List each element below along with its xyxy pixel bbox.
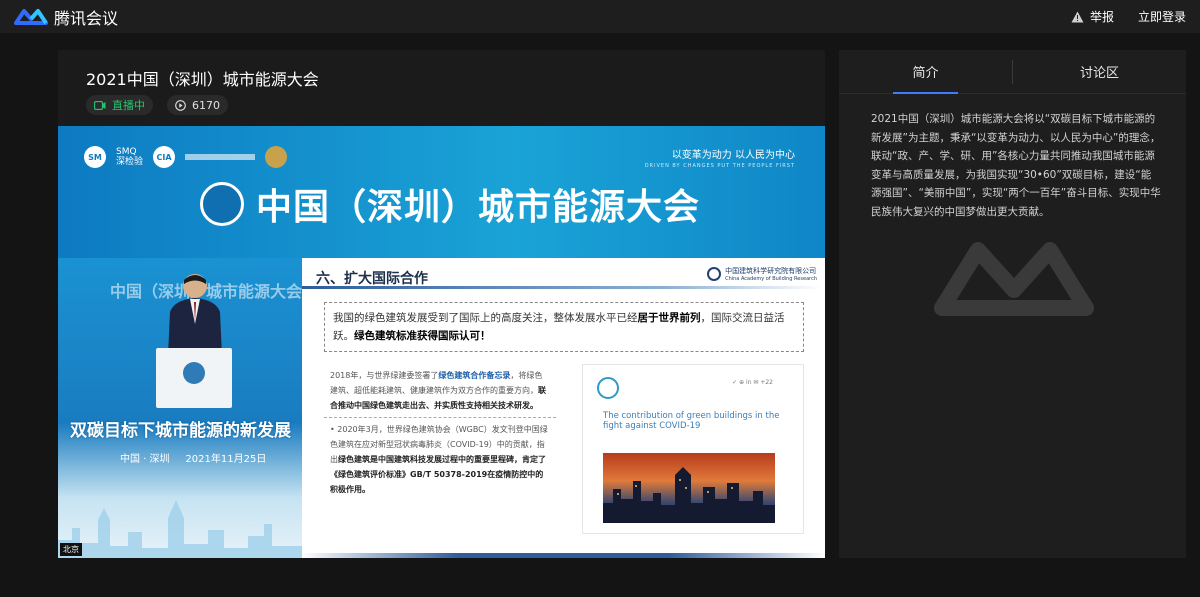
sponsor-logo-icon: SM	[84, 146, 106, 168]
slide-org: 中国建筑科学研究院有限公司 China Academy of Building …	[707, 266, 817, 282]
banner-slogan: 以变革为动力 以人民为中心 DRIVEN BY CHANGES PUT THE …	[645, 146, 795, 169]
banner-title-text: 中国（深圳）城市能源大会	[256, 187, 701, 228]
figure-caption: The contribution of green buildings in t…	[603, 411, 780, 431]
app-name: 腾讯会议	[54, 8, 119, 28]
live-badges: 直播中 6170	[86, 95, 228, 115]
city-photo	[603, 453, 775, 523]
view-count-badge: 6170	[167, 95, 228, 115]
sponsor-logo-icon: CIA	[153, 146, 176, 168]
sponsor-text-line	[185, 154, 256, 160]
tencent-meeting-watermark-icon	[934, 242, 1094, 316]
figure-share-icons: ✓ ⊕ in ✉ +22	[732, 379, 773, 386]
view-count: 6170	[192, 98, 220, 112]
info-sidebar: 简介 讨论区 2021中国（深圳）城市能源大会将以“双碳目标下城市能源的新发展”…	[839, 50, 1186, 558]
slide-point-text: 2018年，与世界绿建委签署了	[330, 371, 439, 380]
slide-point-bold: 绿色建筑是中国建筑科技发展过程中的重要里程碑，肯定了《绿色建筑评价标准》GB/T…	[330, 455, 546, 494]
slide-intro: 我国的绿色建筑发展受到了国际上的高度关注，整体发展水平已经居于世界前列，国际交流…	[324, 302, 804, 352]
speaker-view: 中国（深圳）城市能源大会 双碳目标下城市能源的新发展 中国 · 深圳 2021年…	[58, 258, 302, 558]
top-bar: 腾讯会议 举报 立即登录	[0, 0, 1200, 33]
report-label: 举报	[1089, 10, 1114, 24]
wgbc-logo-icon	[597, 377, 619, 399]
play-circle-icon	[175, 99, 186, 111]
intro-text: 2021中国（深圳）城市能源大会将以“双碳目标下城市能源的新发展”为主题，秉承“…	[871, 113, 1161, 218]
tencent-meeting-logo-icon	[14, 8, 48, 25]
sponsor-name: SMQ 深检验	[116, 147, 144, 167]
location-tag: 北京	[60, 543, 82, 556]
video-camera-icon	[94, 100, 106, 110]
slide-points: 2018年，与世界绿建委签署了绿色建筑合作备忘录，将绿色建筑、超低能耗建筑、健康…	[324, 364, 556, 501]
video-banner: SM SMQ 深检验 CIA 以变革为动力 以人民为中心 DRIVEN BY C…	[58, 126, 825, 258]
report-button[interactable]: 举报	[1071, 8, 1114, 25]
city-skyline-icon	[58, 500, 302, 558]
slide-point-highlight: 绿色建筑合作备忘录	[438, 371, 511, 380]
login-button[interactable]: 立即登录	[1138, 8, 1186, 25]
warning-icon	[1071, 11, 1084, 22]
sidebar-tabs: 简介 讨论区	[839, 50, 1186, 94]
tab-intro[interactable]: 简介	[839, 50, 1012, 94]
podium-logo-icon	[183, 362, 205, 384]
banner-slogan-cn: 以变革为动力 以人民为中心	[671, 150, 795, 161]
slide-header-bar	[302, 286, 822, 289]
top-actions: 举报 立即登录	[1071, 8, 1186, 25]
slide-footer-bar	[302, 553, 825, 558]
banner-title: 中国（深圳）城市能源大会	[200, 178, 700, 230]
slide-title: 六、扩大国际合作	[316, 271, 428, 287]
speaker-date: 中国 · 深圳 2021年11月25日	[120, 454, 267, 465]
live-status-badge: 直播中	[86, 95, 153, 115]
tab-discussion[interactable]: 讨论区	[1013, 50, 1186, 93]
sponsor-logos: SM SMQ 深检验 CIA	[84, 146, 288, 168]
slide-intro-text: 我国的绿色建筑发展受到了国际上的高度关注，整体发展水平已经	[333, 312, 638, 324]
banner-slogan-en: DRIVEN BY CHANGES PUT THE PEOPLE FIRST	[644, 163, 795, 169]
slide-org-name: 中国建筑科学研究院有限公司	[725, 267, 817, 275]
speaker-person-icon	[168, 274, 222, 356]
live-title: 2021中国（深圳）城市能源大会	[86, 70, 319, 89]
slide-intro-bold: 居于世界前列	[637, 312, 701, 324]
podium	[156, 348, 232, 408]
emblem-logo-icon	[265, 146, 288, 168]
presentation-slide: 六、扩大国际合作 中国建筑科学研究院有限公司 China Academy of …	[302, 258, 825, 558]
slide-intro-bold: 绿色建筑标准获得国际认可！	[354, 330, 491, 342]
brand[interactable]: 腾讯会议	[14, 5, 118, 29]
slide-point: • 2020年3月，世界绿色建筑协会（WGBC）发文刊登中国绿色建筑在应对新型冠…	[324, 417, 556, 501]
live-panel: 2021中国（深圳）城市能源大会 直播中 6170 SM SMQ 深检验 CIA	[58, 50, 825, 558]
slide-point: 2018年，与世界绿建委签署了绿色建筑合作备忘录，将绿色建筑、超低能耗建筑、健康…	[324, 364, 556, 417]
live-status-label: 直播中	[112, 99, 145, 112]
slide-header: 六、扩大国际合作 中国建筑科学研究院有限公司 China Academy of …	[302, 258, 825, 294]
speaker-slogan: 双碳目标下城市能源的新发展	[70, 421, 291, 441]
city-night-skyline-icon	[603, 467, 775, 523]
org-logo-icon	[707, 267, 722, 281]
slide-figure: ✓ ⊕ in ✉ +22 The contribution of green b…	[582, 364, 804, 534]
slide-org-name-en: China Academy of Building Research	[725, 276, 817, 282]
conference-emblem-icon	[200, 182, 244, 226]
video-player[interactable]: SM SMQ 深检验 CIA 以变革为动力 以人民为中心 DRIVEN BY C…	[58, 126, 825, 558]
